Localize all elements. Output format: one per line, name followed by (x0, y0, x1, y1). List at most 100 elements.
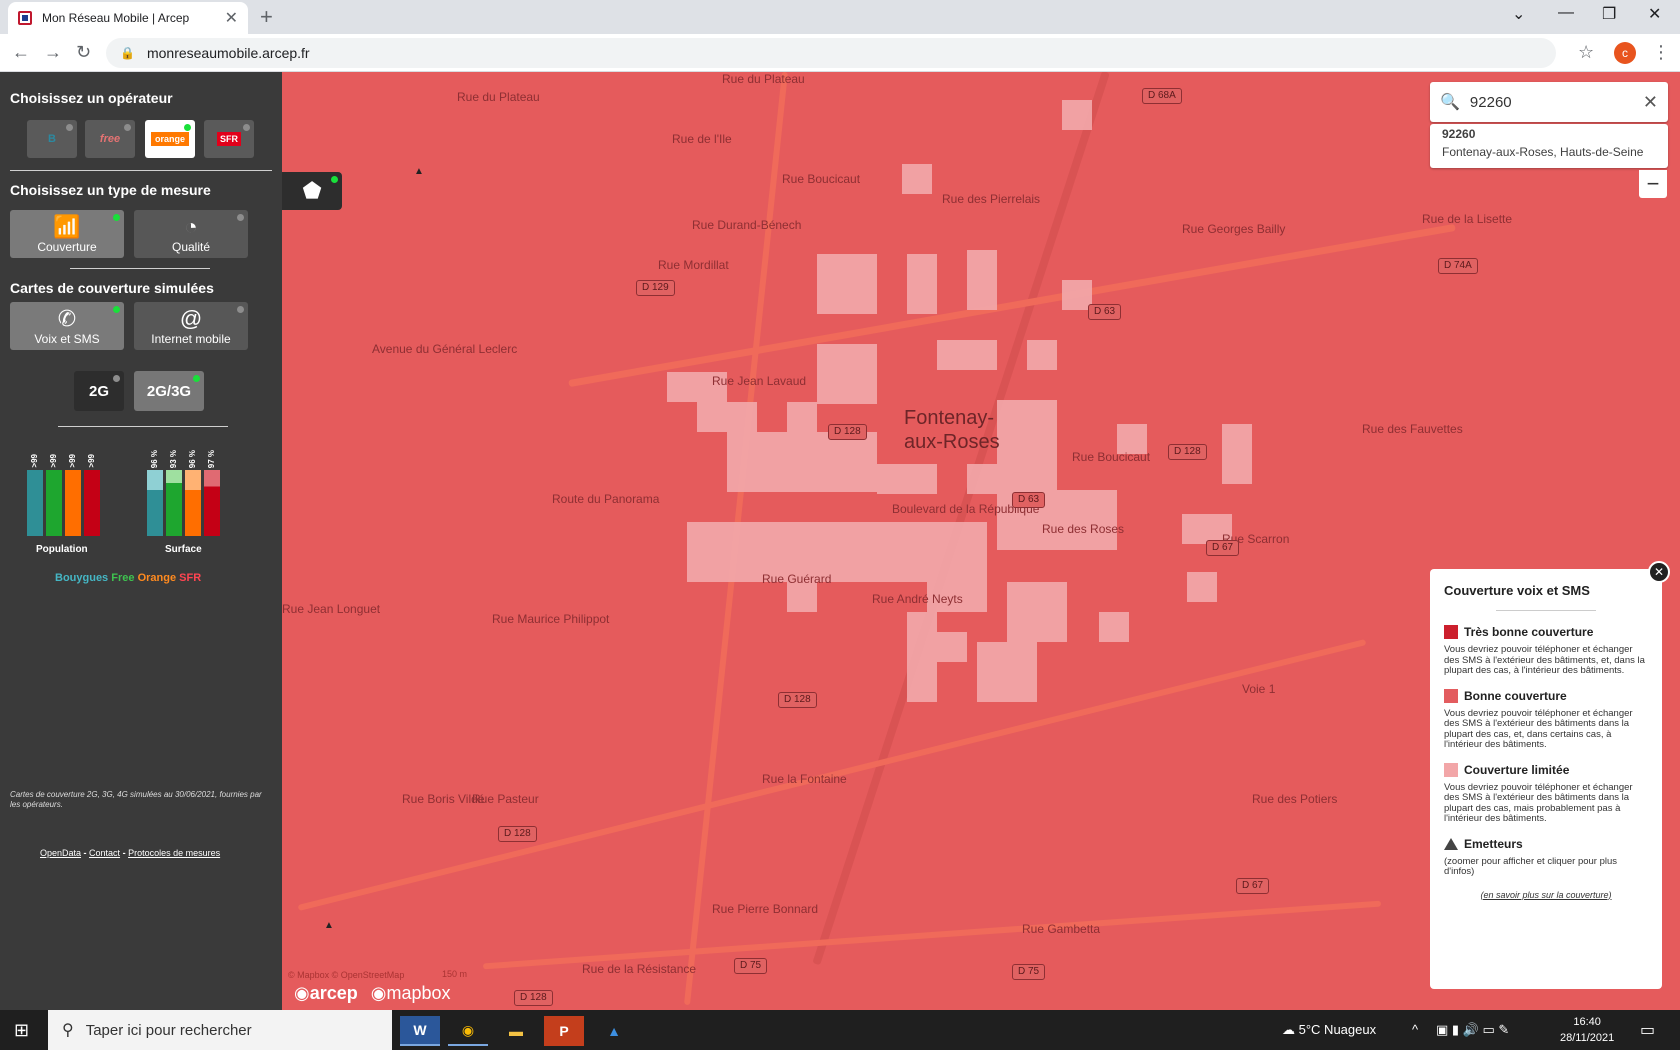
powerpoint-app-icon[interactable]: P (544, 1016, 584, 1046)
street-label: Rue Pasteur (472, 792, 539, 806)
opendata-link[interactable]: OpenData (40, 848, 81, 858)
france-view-button[interactable]: ⬟ (282, 172, 342, 210)
back-icon[interactable]: ← (12, 42, 30, 63)
surface-chart: 96 % 93 % 96 % 97 % (147, 442, 220, 536)
file-explorer-icon[interactable]: ▬ (496, 1016, 536, 1046)
road-shield: D 128 (514, 990, 553, 1006)
surface-bar-bouygues: 96 % (147, 450, 163, 536)
coverage-map[interactable]: Rue du Plateau Rue du Plateau Rue de l'Ile… (282, 72, 1680, 1010)
street-label: Rue de la Résistance (582, 962, 697, 976)
taskbar-clock[interactable]: 16:40 28/11/2021 (1560, 1014, 1614, 1046)
bouygues-logo: B (48, 133, 56, 145)
tab-search-icon[interactable]: ⌄ (1512, 4, 1525, 24)
search-suggestion[interactable]: 92260 Fontenay-aux-Roses, Hauts-de-Seine (1430, 124, 1668, 168)
notifications-icon[interactable]: ▭ (1640, 1020, 1655, 1040)
divider (1496, 610, 1596, 611)
link-separator: - (81, 848, 90, 858)
road (482, 900, 1382, 970)
legend-swatch (1444, 688, 1458, 703)
lock-icon[interactable]: 🔒 (120, 46, 135, 60)
street-label: Route du Panorama (552, 492, 660, 506)
population-caption: Population (36, 544, 88, 555)
browser-menu-icon[interactable]: ⋮ (1652, 42, 1670, 63)
coverage-tile (907, 612, 937, 702)
profile-avatar[interactable]: c (1614, 42, 1636, 64)
status-dot (331, 176, 338, 183)
operator-orange-button[interactable]: orange (145, 120, 195, 158)
coverage-tile (1027, 340, 1057, 370)
road-shield: D 67 (1206, 540, 1240, 556)
tech-2g3g-button[interactable]: 2G/3G (134, 371, 204, 411)
tech-2g3g-label: 2G/3G (146, 382, 192, 400)
coverage-tile (937, 632, 967, 662)
chrome-app-icon[interactable]: ◉ (448, 1016, 488, 1046)
learn-more-link[interactable]: (en savoir plus sur la couverture) (1444, 890, 1648, 900)
legend-item-desc: Vous devriez pouvoir téléphoner et échan… (1444, 781, 1633, 824)
close-tab-icon[interactable]: ✕ (225, 8, 238, 28)
street-label: Rue Jean Lavaud (712, 374, 807, 388)
tray-chevron-icon[interactable]: ^ (1412, 1022, 1418, 1037)
free-logo: free (99, 133, 121, 145)
operator-bouygues-button[interactable]: B (27, 120, 77, 158)
operator-legend: Bouygues Free Orange SFR (55, 572, 201, 584)
antenna-icon[interactable]: ▲ (324, 920, 334, 931)
protocols-link[interactable]: Protocoles de mesures (128, 848, 220, 858)
photos-app-icon[interactable]: ▲ (594, 1016, 634, 1046)
sim-voice-button[interactable]: ✆ Voix et SMS (10, 302, 124, 350)
maximize-icon[interactable]: ❐ (1602, 4, 1616, 24)
status-dot (113, 375, 120, 382)
tech-2g-button[interactable]: 2G (74, 371, 124, 411)
forward-icon[interactable]: → (44, 42, 62, 63)
search-icon: 🔍 (1440, 94, 1460, 111)
close-window-icon[interactable]: ✕ (1648, 4, 1661, 24)
operator-free-button[interactable]: free (85, 120, 135, 158)
search-icon: ⚲ (62, 1022, 74, 1039)
divider (10, 170, 272, 171)
road-shield: D 75 (1012, 964, 1046, 980)
street-label: Voie 1 (1242, 682, 1276, 696)
legend-title: Couverture voix et SMS (1444, 583, 1590, 598)
sidebar: Choisissez un opérateur B free orange SF… (0, 72, 282, 1010)
street-label: Rue Pierre Bonnard (712, 902, 819, 916)
bar-value: >99 (87, 454, 96, 468)
bookmark-star-icon[interactable]: ☆ (1578, 42, 1594, 63)
url-bar[interactable]: 🔒 monreseaumobile.arcep.fr (106, 38, 1556, 68)
browser-tab[interactable]: Mon Réseau Mobile | Arcep ✕ (8, 2, 248, 34)
new-tab-icon[interactable]: + (260, 4, 273, 30)
antenna-4g-icon[interactable]: ▲ (414, 166, 424, 177)
weather-widget[interactable]: ☁ 5°C Nuageux (1282, 1022, 1376, 1038)
measure-quality-button[interactable]: ◔ Qualité (134, 210, 248, 258)
legend-item-title: Couverture limitée (1464, 762, 1570, 777)
measure-coverage-button[interactable]: 📶 Couverture (10, 210, 124, 258)
close-legend-icon[interactable]: ✕ (1648, 561, 1670, 583)
city-label: Fontenay- aux-Roses (904, 406, 1000, 454)
internet-label: Internet mobile (151, 332, 231, 346)
legend-item-desc: Vous devriez pouvoir téléphoner et échan… (1444, 707, 1633, 750)
operator-sfr-button[interactable]: SFR (204, 120, 254, 158)
contact-link[interactable]: Contact (89, 848, 120, 858)
gauge-icon: ◔ (184, 214, 198, 239)
street-label: Rue la Fontaine (762, 772, 847, 786)
status-dot (237, 306, 244, 313)
location-search[interactable]: 🔍 92260 ✕ (1430, 82, 1668, 122)
windows-start-icon[interactable]: ⊞ (14, 1020, 29, 1041)
mapbox-logo[interactable]: ◉mapbox (371, 983, 451, 1003)
coverage-tile (1099, 612, 1129, 642)
zoom-out-button[interactable]: − (1639, 170, 1667, 198)
sim-internet-button[interactable]: @ Internet mobile (134, 302, 248, 350)
clear-search-icon[interactable]: ✕ (1643, 92, 1658, 113)
street-label: Rue Mordillat (658, 258, 729, 272)
word-app-icon[interactable]: W (400, 1016, 440, 1046)
tray-icons[interactable]: ▣ ▮ 🔊 ▭ ✎ (1436, 1022, 1509, 1038)
population-bar-sfr: >99 (84, 454, 100, 536)
street-label: Rue Boucicaut (782, 172, 861, 186)
legend-item: Bonne couverture Vous devriez pouvoir té… (1444, 688, 1648, 751)
minimize-icon[interactable]: — (1558, 4, 1574, 22)
reload-icon[interactable]: ↻ (76, 42, 91, 63)
coverage-tile (902, 164, 932, 194)
street-label: Rue du Plateau (722, 72, 805, 86)
taskbar-search[interactable]: ⚲ Taper ici pour rechercher (48, 1010, 392, 1050)
orange-logo: orange (150, 132, 189, 146)
search-input[interactable]: 92260 (1470, 94, 1643, 111)
arcep-favicon-icon (18, 11, 32, 25)
